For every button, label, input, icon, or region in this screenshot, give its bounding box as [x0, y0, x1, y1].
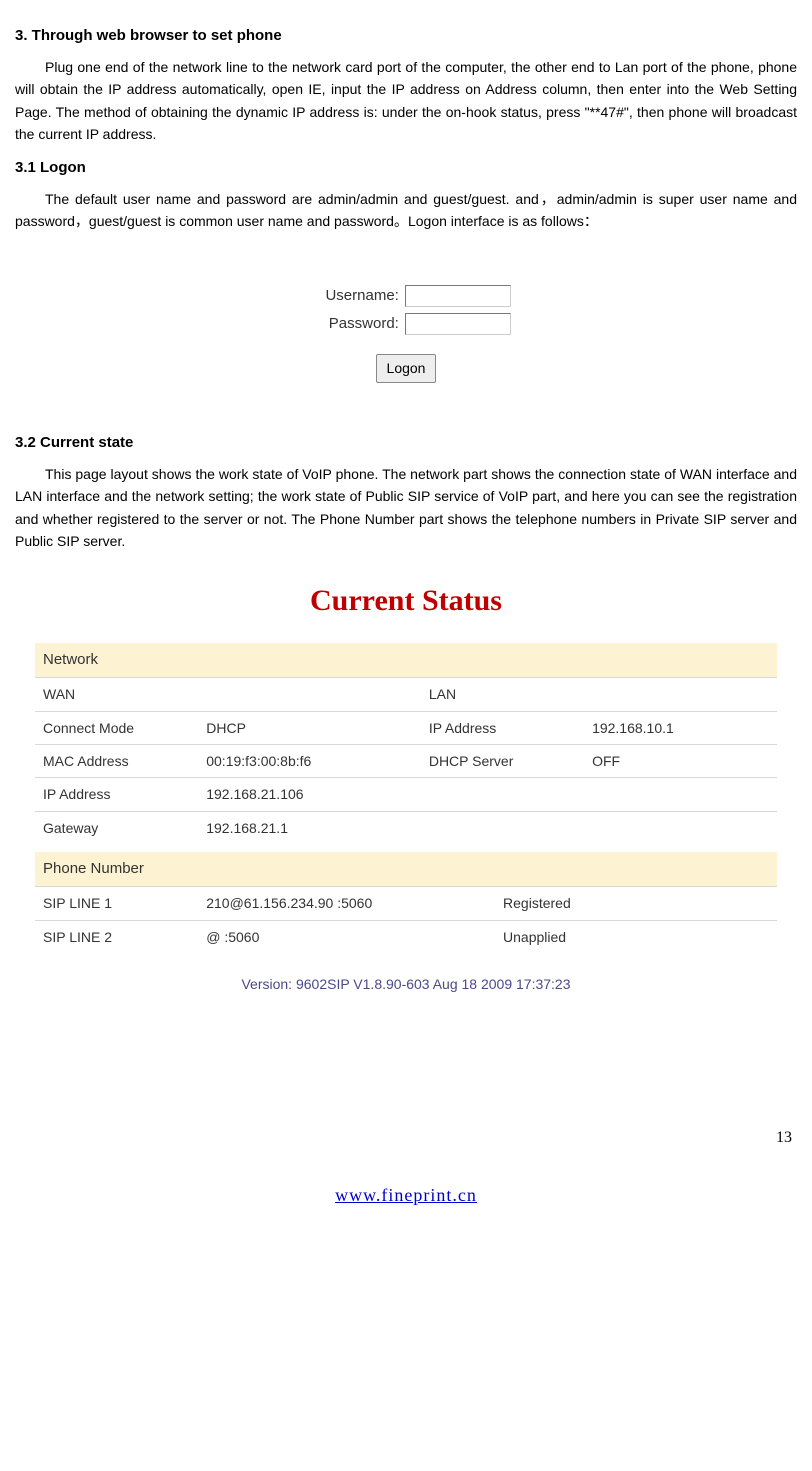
password-label: Password:	[329, 315, 399, 332]
lan-ip-label: IP Address	[421, 711, 584, 744]
logon-button[interactable]: Logon	[376, 354, 437, 382]
password-row: Password:	[281, 312, 531, 336]
footer-link[interactable]: www.fineprint.cn	[15, 1181, 797, 1210]
connect-mode-value: DHCP	[198, 711, 421, 744]
paragraph-31: The default user name and password are a…	[15, 188, 797, 233]
heading-31: 3.1 Logon	[15, 156, 797, 180]
dhcp-server-value: OFF	[584, 745, 777, 778]
heading-32: 3.2 Current state	[15, 431, 797, 455]
phone-section-header: Phone Number	[35, 852, 777, 887]
lan-header: LAN	[421, 678, 584, 711]
sip-line2-label: SIP LINE 2	[35, 920, 198, 953]
lan-ip-value: 192.168.10.1	[584, 711, 777, 744]
gateway-value: 192.168.21.1	[198, 811, 421, 844]
mac-value: 00:19:f3:00:8b:f6	[198, 745, 421, 778]
wan-header: WAN	[35, 678, 198, 711]
password-input[interactable]	[405, 313, 511, 335]
network-section-header: Network	[35, 643, 777, 678]
status-title: Current Status	[35, 577, 777, 625]
version-text: Version: 9602SIP V1.8.90-603 Aug 18 2009…	[35, 953, 777, 1000]
paragraph-32: This page layout shows the work state of…	[15, 463, 797, 553]
gateway-label: Gateway	[35, 811, 198, 844]
phone-table: Phone Number SIP LINE 1 210@61.156.234.9…	[35, 852, 777, 953]
username-input[interactable]	[405, 285, 511, 307]
wan-ip-value: 192.168.21.106	[198, 778, 421, 811]
wan-ip-label: IP Address	[35, 778, 198, 811]
paragraph-main: Plug one end of the network line to the …	[15, 56, 797, 146]
status-area: Current Status Network WAN LAN Connect M…	[35, 577, 777, 1000]
username-label: Username:	[325, 287, 398, 304]
connect-mode-label: Connect Mode	[35, 711, 198, 744]
username-row: Username:	[281, 284, 531, 308]
dhcp-server-label: DHCP Server	[421, 745, 584, 778]
sip-line1-value: 210@61.156.234.90 :5060	[198, 887, 495, 920]
sip-line1-status: Registered	[495, 887, 777, 920]
mac-label: MAC Address	[35, 745, 198, 778]
page-number: 13	[15, 1125, 792, 1151]
logon-form: Username: Password: Logon	[273, 272, 539, 390]
network-table: Network WAN LAN Connect Mode DHCP IP Add…	[35, 643, 777, 844]
sip-line1-label: SIP LINE 1	[35, 887, 198, 920]
heading-main: 3. Through web browser to set phone	[15, 24, 797, 48]
sip-line2-status: Unapplied	[495, 920, 777, 953]
sip-line2-value: @ :5060	[198, 920, 495, 953]
